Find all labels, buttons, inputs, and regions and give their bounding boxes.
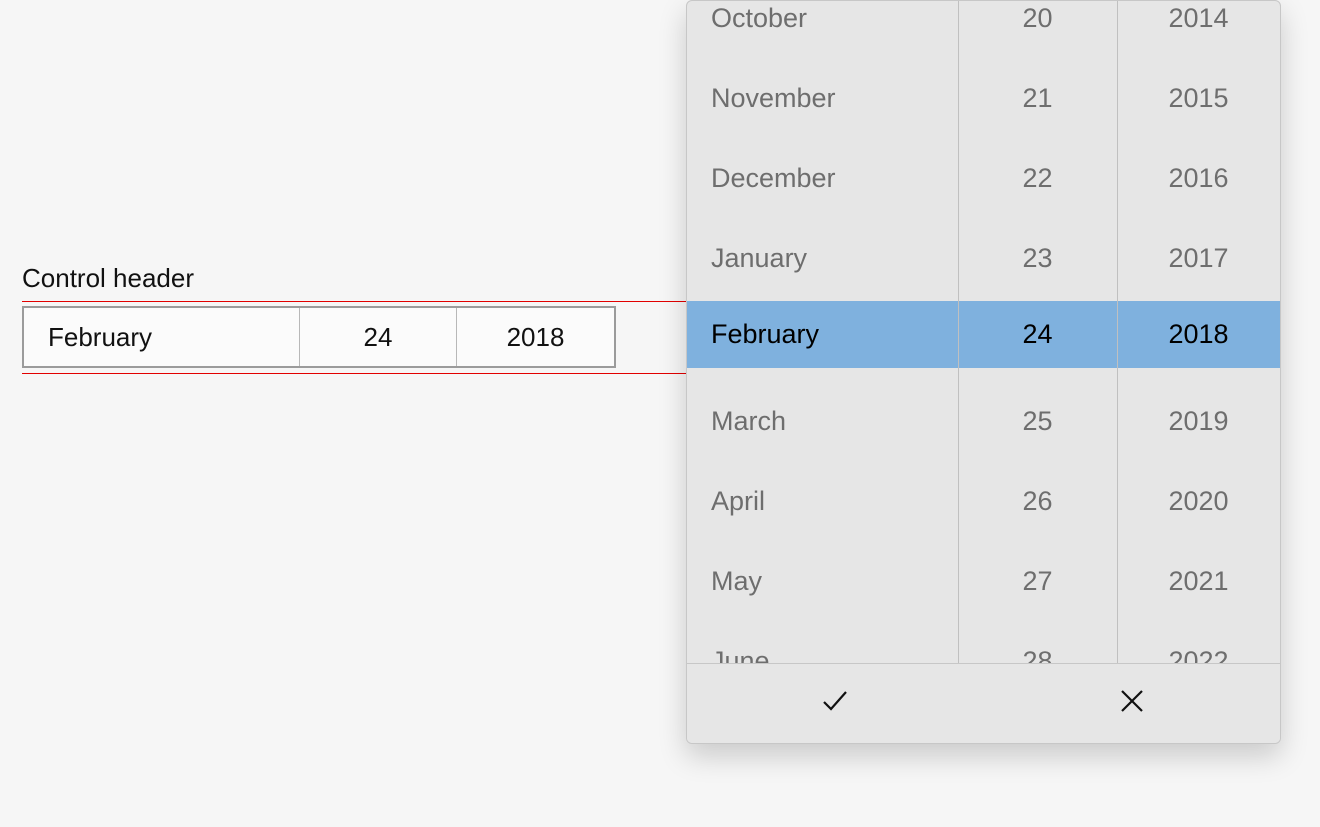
year-option[interactable]: 2016	[1117, 138, 1280, 218]
guide-line-top	[22, 301, 692, 302]
year-option[interactable]: 2022	[1117, 621, 1280, 663]
date-picker-flyout-footer	[687, 663, 1280, 743]
date-picker-row[interactable]: October202014	[687, 1, 1280, 58]
guide-line-bottom	[22, 373, 692, 374]
date-picker-row[interactable]: June282022	[687, 621, 1280, 663]
date-picker-closed[interactable]: February 24 2018	[22, 306, 616, 368]
date-picker-row[interactable]: January232017	[687, 218, 1280, 298]
date-picker-row[interactable]: April262020	[687, 461, 1280, 541]
day-option[interactable]: 21	[958, 58, 1117, 138]
date-picker-header: Control header	[22, 263, 194, 294]
date-picker-closed-day[interactable]: 24	[299, 308, 456, 366]
day-option[interactable]: 28	[958, 621, 1117, 663]
date-picker-cancel-button[interactable]	[984, 664, 1281, 743]
date-picker-accept-button[interactable]	[687, 664, 984, 743]
day-option[interactable]: 26	[958, 461, 1117, 541]
highlight-day[interactable]: 24	[958, 319, 1117, 350]
day-option[interactable]: 27	[958, 541, 1117, 621]
year-option[interactable]: 2014	[1117, 1, 1280, 58]
year-option[interactable]: 2019	[1117, 381, 1280, 461]
month-option[interactable]: May	[687, 541, 958, 621]
year-option[interactable]: 2020	[1117, 461, 1280, 541]
date-picker-flyout[interactable]: October202014November212015December22201…	[686, 0, 1281, 744]
month-option[interactable]: October	[687, 1, 958, 58]
date-picker-row[interactable]: November212015	[687, 58, 1280, 138]
highlight-year[interactable]: 2018	[1117, 319, 1280, 350]
highlight-month[interactable]: February	[687, 319, 958, 350]
month-option[interactable]: April	[687, 461, 958, 541]
canvas: Control header February 24 2018 October2…	[0, 0, 1320, 827]
date-picker-flyout-columns[interactable]: October202014November212015December22201…	[687, 1, 1280, 663]
date-picker-highlight-row[interactable]: February 24 2018	[687, 301, 1280, 368]
day-option[interactable]: 20	[958, 1, 1117, 58]
date-picker-row[interactable]: December222016	[687, 138, 1280, 218]
check-icon	[818, 684, 852, 723]
year-option[interactable]: 2021	[1117, 541, 1280, 621]
month-option[interactable]: December	[687, 138, 958, 218]
date-picker-row[interactable]: May272021	[687, 541, 1280, 621]
month-option[interactable]: March	[687, 381, 958, 461]
month-option[interactable]: January	[687, 218, 958, 298]
date-picker-closed-month[interactable]: February	[24, 308, 299, 366]
day-option[interactable]: 23	[958, 218, 1117, 298]
year-option[interactable]: 2017	[1117, 218, 1280, 298]
date-picker-row[interactable]: March252019	[687, 381, 1280, 461]
month-option[interactable]: June	[687, 621, 958, 663]
year-option[interactable]: 2015	[1117, 58, 1280, 138]
x-icon	[1117, 686, 1147, 721]
day-option[interactable]: 25	[958, 381, 1117, 461]
day-option[interactable]: 22	[958, 138, 1117, 218]
month-option[interactable]: November	[687, 58, 958, 138]
date-picker-closed-year[interactable]: 2018	[456, 308, 614, 366]
